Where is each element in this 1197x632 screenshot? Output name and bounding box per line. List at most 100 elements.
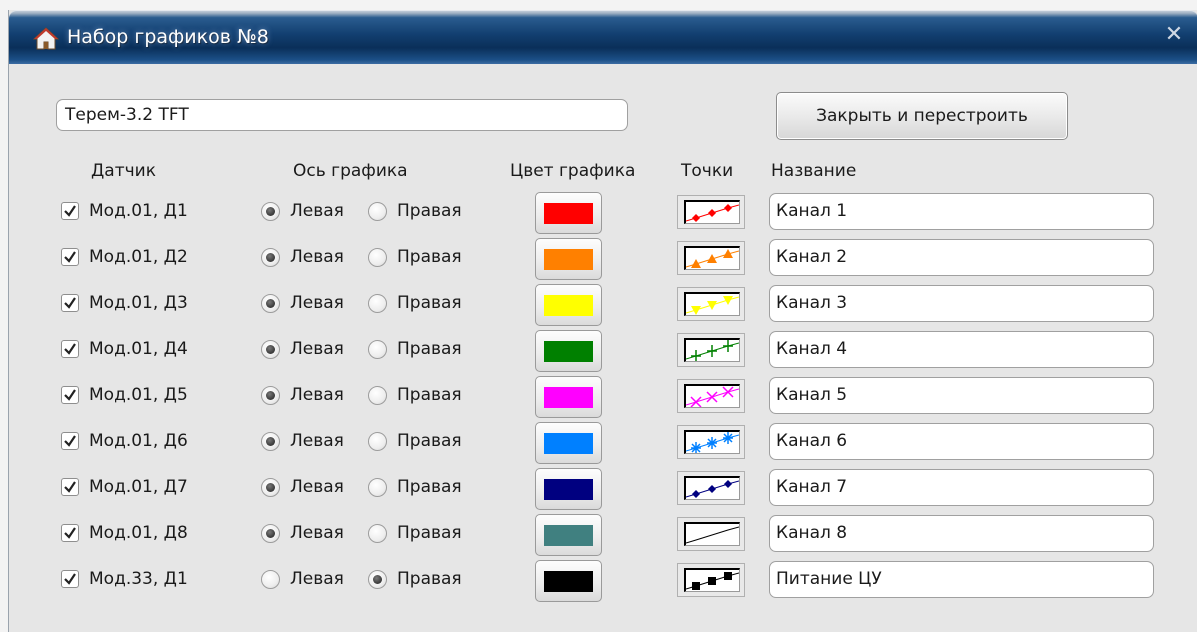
axis-right-radio[interactable] — [368, 340, 387, 359]
points-style-button[interactable] — [677, 425, 745, 459]
sensor-checkbox[interactable] — [61, 570, 79, 588]
channel-name-input[interactable]: Канал 4 — [769, 331, 1154, 368]
sensor-checkbox[interactable] — [61, 432, 79, 450]
axis-right-radio[interactable] — [368, 248, 387, 267]
points-style-button[interactable] — [677, 563, 745, 597]
axis-left-radio[interactable] — [261, 294, 280, 313]
axis-left-radio[interactable] — [261, 386, 280, 405]
points-preview-icon — [684, 568, 740, 592]
axis-left-label[interactable]: Левая — [290, 244, 344, 270]
color-swatch — [544, 571, 593, 592]
channel-name-input[interactable]: Канал 3 — [769, 285, 1154, 322]
axis-left-radio[interactable] — [261, 202, 280, 221]
axis-left-label[interactable]: Левая — [290, 474, 344, 500]
axis-left-label[interactable]: Левая — [290, 566, 344, 592]
sensor-row: Мод.01, Д5 Левая Правая Канал 5 — [9, 375, 1197, 419]
sensor-row: Мод.33, Д1 Левая Правая Питание ЦУ — [9, 559, 1197, 603]
points-style-button[interactable] — [677, 195, 745, 229]
channel-name-input[interactable]: Питание ЦУ — [769, 561, 1154, 598]
color-swatch — [544, 479, 593, 500]
channel-name-input[interactable]: Канал 5 — [769, 377, 1154, 414]
title-bar[interactable]: Набор графиков №8 ✕ — [9, 10, 1197, 64]
header-axis: Ось графика — [293, 161, 408, 181]
axis-right-label[interactable]: Правая — [397, 428, 462, 454]
close-and-rebuild-button[interactable]: Закрыть и перестроить — [776, 92, 1068, 140]
color-swatch — [544, 249, 593, 270]
axis-left-label[interactable]: Левая — [290, 336, 344, 362]
axis-right-label[interactable]: Правая — [397, 382, 462, 408]
axis-left-label[interactable]: Левая — [290, 520, 344, 546]
close-icon[interactable]: ✕ — [1162, 23, 1186, 47]
axis-right-radio[interactable] — [368, 570, 387, 589]
points-preview-icon — [684, 292, 740, 316]
home-icon — [33, 27, 59, 50]
axis-right-label[interactable]: Правая — [397, 244, 462, 270]
axis-right-label[interactable]: Правая — [397, 290, 462, 316]
axis-left-radio[interactable] — [261, 478, 280, 497]
window-title: Набор графиков №8 — [67, 26, 269, 48]
color-picker-button[interactable] — [535, 330, 602, 372]
axis-left-radio[interactable] — [261, 340, 280, 359]
points-style-button[interactable] — [677, 287, 745, 321]
sensor-row: Мод.01, Д1 Левая Правая Канал 1 — [9, 191, 1197, 235]
channel-name-input[interactable]: Канал 6 — [769, 423, 1154, 460]
sensor-label: Мод.01, Д1 — [89, 201, 188, 221]
color-picker-button[interactable] — [535, 284, 602, 326]
axis-right-label[interactable]: Правая — [397, 566, 462, 592]
sensor-checkbox[interactable] — [61, 478, 79, 496]
sensor-checkbox[interactable] — [61, 386, 79, 404]
color-picker-button[interactable] — [535, 422, 602, 464]
points-style-button[interactable] — [677, 241, 745, 275]
channel-name-input[interactable]: Канал 2 — [769, 239, 1154, 276]
axis-left-radio[interactable] — [261, 570, 280, 589]
channel-name-input[interactable]: Канал 1 — [769, 193, 1154, 230]
axis-right-radio[interactable] — [368, 202, 387, 221]
sensor-checkbox[interactable] — [61, 524, 79, 542]
axis-left-label[interactable]: Левая — [290, 382, 344, 408]
sensor-checkbox[interactable] — [61, 202, 79, 220]
axis-right-radio[interactable] — [368, 386, 387, 405]
sensor-checkbox[interactable] — [61, 340, 79, 358]
sensor-row: Мод.01, Д6 Левая Правая Канал 6 — [9, 421, 1197, 465]
sensor-row: Мод.01, Д8 Левая Правая Канал 8 — [9, 513, 1197, 557]
axis-right-label[interactable]: Правая — [397, 520, 462, 546]
axis-right-radio[interactable] — [368, 478, 387, 497]
color-picker-button[interactable] — [535, 514, 602, 556]
axis-right-radio[interactable] — [368, 524, 387, 543]
sensor-checkbox[interactable] — [61, 248, 79, 266]
color-picker-button[interactable] — [535, 376, 602, 418]
axis-left-radio[interactable] — [261, 524, 280, 543]
color-swatch — [544, 341, 593, 362]
axis-right-label[interactable]: Правая — [397, 474, 462, 500]
axis-left-label[interactable]: Левая — [290, 428, 344, 454]
points-preview-icon — [684, 200, 740, 224]
points-preview-icon — [684, 384, 740, 408]
points-style-button[interactable] — [677, 333, 745, 367]
channel-name-input[interactable]: Канал 7 — [769, 469, 1154, 506]
color-picker-button[interactable] — [535, 192, 602, 234]
chart-set-name-input[interactable]: Терем-3.2 TFT — [56, 99, 628, 131]
sensor-row: Мод.01, Д7 Левая Правая Канал 7 — [9, 467, 1197, 511]
axis-left-label[interactable]: Левая — [290, 290, 344, 316]
points-style-button[interactable] — [677, 471, 745, 505]
color-picker-button[interactable] — [535, 238, 602, 280]
channel-name-input[interactable]: Канал 8 — [769, 515, 1154, 552]
axis-left-label[interactable]: Левая — [290, 198, 344, 224]
axis-right-radio[interactable] — [368, 432, 387, 451]
axis-right-label[interactable]: Правая — [397, 336, 462, 362]
sensor-row: Мод.01, Д3 Левая Правая Канал 3 — [9, 283, 1197, 327]
axis-right-label[interactable]: Правая — [397, 198, 462, 224]
points-preview-icon — [684, 246, 740, 270]
header-name: Название — [771, 161, 857, 181]
header-points: Точки — [681, 161, 734, 181]
color-picker-button[interactable] — [535, 468, 602, 510]
color-swatch — [544, 387, 593, 408]
sensor-checkbox[interactable] — [61, 294, 79, 312]
axis-right-radio[interactable] — [368, 294, 387, 313]
points-style-button[interactable] — [677, 379, 745, 413]
color-picker-button[interactable] — [535, 560, 602, 602]
axis-left-radio[interactable] — [261, 432, 280, 451]
sensor-label: Мод.01, Д6 — [89, 431, 188, 451]
axis-left-radio[interactable] — [261, 248, 280, 267]
points-style-button[interactable] — [677, 517, 745, 551]
